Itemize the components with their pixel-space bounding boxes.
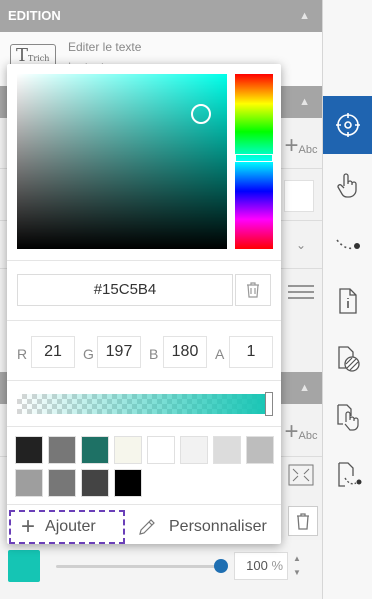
alpha-slider-handle[interactable]	[265, 392, 273, 416]
collapse-icon[interactable]: ▲	[299, 372, 310, 404]
texture-icon[interactable]	[323, 330, 372, 388]
hex-input[interactable]: #15C5B4	[17, 274, 233, 306]
alpha-label: A	[215, 346, 225, 362]
document-path-icon[interactable]	[323, 446, 372, 504]
saturation-value-area[interactable]	[17, 74, 227, 249]
right-toolbar	[322, 0, 372, 599]
color-swatch[interactable]	[48, 436, 76, 464]
color-swatch[interactable]	[114, 469, 142, 497]
color-swatch[interactable]	[15, 469, 43, 497]
add-swatch-button[interactable]: + Ajouter	[9, 510, 125, 544]
document-info-icon[interactable]	[323, 272, 372, 330]
add-text-icon-2[interactable]: +Abc	[280, 418, 322, 446]
color-swatch[interactable]	[15, 436, 43, 464]
opacity-input[interactable]: 100 %	[234, 552, 288, 580]
color-swatch[interactable]	[48, 469, 76, 497]
color-swatch[interactable]	[180, 436, 208, 464]
dotted-path-icon[interactable]	[323, 214, 372, 272]
fit-icon[interactable]	[280, 464, 322, 489]
collapse-icon[interactable]: ▲	[299, 0, 310, 32]
green-input[interactable]: 197	[97, 336, 141, 368]
hue-slider-handle[interactable]	[235, 154, 273, 162]
color-swatch[interactable]	[81, 436, 109, 464]
collapse-icon[interactable]: ▲	[299, 86, 310, 118]
touch-pages-icon[interactable]	[323, 388, 372, 446]
green-label: G	[83, 346, 94, 362]
pencil-icon	[139, 519, 155, 535]
delete-button[interactable]	[288, 506, 318, 536]
color-swatch[interactable]	[114, 436, 142, 464]
opacity-slider-handle[interactable]	[214, 559, 228, 573]
red-input[interactable]: 21	[31, 336, 75, 368]
plus-icon: +	[21, 513, 36, 540]
color-swatch[interactable]	[81, 469, 109, 497]
target-icon[interactable]	[323, 96, 372, 154]
color-swatch[interactable]	[147, 436, 175, 464]
section-header-edition[interactable]: EDITION ▲	[0, 0, 322, 32]
spin-up-icon[interactable]: ▲	[290, 552, 304, 566]
blue-input[interactable]: 180	[163, 336, 207, 368]
edit-text-label: Editer le texte	[68, 40, 142, 54]
touch-icon[interactable]	[323, 156, 372, 214]
alpha-slider[interactable]	[17, 394, 271, 414]
opacity-slider[interactable]	[56, 565, 222, 568]
add-text-icon[interactable]: +Abc	[280, 132, 322, 160]
customize-label: Personnaliser	[169, 518, 267, 535]
color-swatch[interactable]	[246, 436, 274, 464]
color-swatch[interactable]	[213, 436, 241, 464]
customize-button[interactable]: Personnaliser	[133, 510, 281, 544]
spin-down-icon[interactable]: ▼	[290, 566, 304, 580]
current-color-swatch[interactable]	[8, 550, 40, 582]
alpha-input[interactable]: 1	[229, 336, 273, 368]
trash-icon[interactable]	[235, 274, 271, 306]
add-swatch-label: Ajouter	[45, 518, 96, 535]
section-title: EDITION	[8, 8, 61, 23]
saturation-cursor[interactable]	[191, 104, 211, 124]
color-picker-popup: #15C5B4 R 21 G 197 B 180 A 1 + Ajouter P…	[7, 64, 281, 544]
opacity-row: 100 % ▲ ▼	[0, 540, 322, 599]
menu-icon[interactable]	[280, 284, 322, 303]
input-field[interactable]	[284, 180, 314, 212]
chevron-down-icon[interactable]: ⌄	[280, 238, 322, 252]
blue-label: B	[149, 346, 159, 362]
red-label: R	[17, 346, 28, 362]
